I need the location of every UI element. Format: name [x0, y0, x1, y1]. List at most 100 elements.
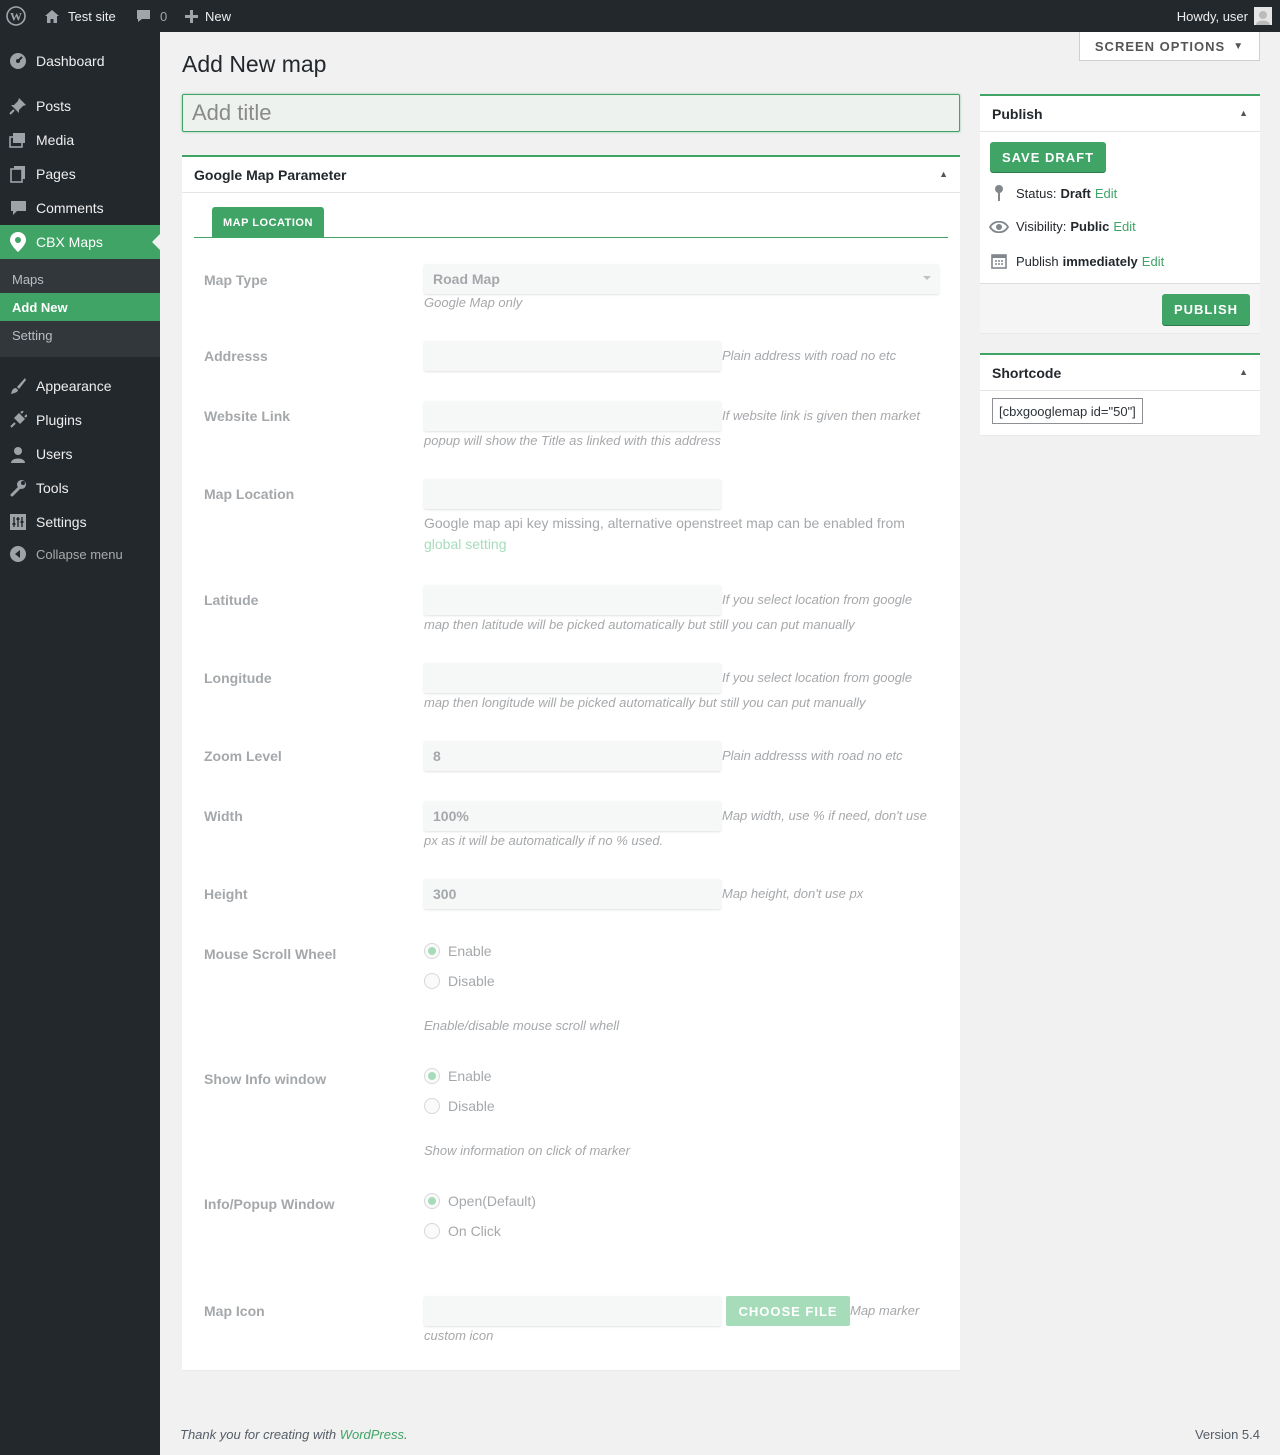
tab-map-location[interactable]: MAP LOCATION	[212, 207, 324, 238]
caret-down-icon: ▼	[1233, 40, 1245, 52]
toggle-up-icon[interactable]: ▲	[1239, 367, 1248, 377]
longitude-input[interactable]	[424, 663, 721, 693]
edit-status-link[interactable]: Edit	[1095, 186, 1117, 201]
field-description: Plain address with road no etc	[722, 348, 897, 363]
site-name-link[interactable]: Test site	[44, 0, 116, 32]
visibility-label: Visibility:	[1016, 219, 1067, 234]
sidebar-item-users[interactable]: Users	[0, 437, 160, 471]
sidebar-item-posts[interactable]: Posts	[0, 89, 160, 123]
sidebar-item-plugins[interactable]: Plugins	[0, 403, 160, 437]
toggle-up-icon[interactable]: ▲	[1239, 108, 1248, 118]
field-label: Latitude	[204, 592, 259, 608]
map-location-input[interactable]	[424, 479, 721, 509]
screen-options-button[interactable]: SCREEN OPTIONS ▼	[1079, 32, 1260, 61]
admin-sidebar: Dashboard Posts Media Pages Comments CBX…	[0, 32, 160, 1455]
metabox-header[interactable]: Google Map Parameter ▲	[182, 157, 960, 193]
width-input[interactable]: 100%	[424, 801, 721, 831]
post-title-input[interactable]	[182, 94, 960, 132]
sidebar-item-label: Users	[36, 446, 73, 462]
field-label: Map Location	[204, 486, 295, 502]
footer-thanks-prefix: Thank you for creating with	[180, 1427, 340, 1442]
collapse-menu-button[interactable]: Collapse menu	[0, 537, 160, 571]
map-icon-input[interactable]	[424, 1296, 721, 1326]
latitude-input[interactable]	[424, 585, 721, 615]
shortcode-value[interactable]: [cbxgooglemap id="50"]	[992, 398, 1143, 424]
sidebar-item-settings[interactable]: Settings	[0, 505, 160, 539]
address-input[interactable]	[424, 341, 721, 371]
radio-unselected-icon	[424, 1098, 440, 1114]
tab-bar: MAP LOCATION	[194, 207, 948, 238]
location-icon	[0, 232, 36, 252]
field-description: popup will show the Title as linked with…	[424, 433, 721, 448]
field-label: Map Type	[204, 272, 268, 288]
plugin-icon	[0, 411, 36, 429]
new-content-link[interactable]: New	[185, 0, 231, 32]
field-description: Map width, use % if need, don't use	[722, 808, 927, 823]
radio-selected-icon	[424, 1193, 440, 1209]
sidebar-item-dashboard[interactable]: Dashboard	[0, 44, 160, 78]
metabox-header[interactable]: Shortcode ▲	[980, 355, 1260, 391]
sliders-icon	[0, 514, 36, 530]
publish-button[interactable]: PUBLISH	[1162, 294, 1250, 325]
comments-link[interactable]: 0	[136, 0, 167, 32]
field-label: Show Info window	[204, 1071, 327, 1087]
visibility-row: Visibility: Public Edit	[988, 219, 1136, 234]
height-input[interactable]: 300	[424, 879, 721, 909]
cbx-maps-submenu: Maps Add New Setting	[0, 259, 160, 357]
publish-value: immediately	[1062, 253, 1138, 269]
sidebar-item-appearance[interactable]: Appearance	[0, 369, 160, 403]
my-account-link[interactable]: Howdy, user	[1177, 0, 1272, 32]
wordpress-logo-icon[interactable]: W	[6, 0, 26, 32]
field-label: Width	[204, 808, 243, 824]
global-setting-link[interactable]: global setting	[424, 536, 507, 552]
wordpress-link[interactable]: WordPress	[340, 1427, 404, 1442]
website-link-input[interactable]	[424, 401, 721, 431]
field-label: Mouse Scroll Wheel	[204, 946, 337, 962]
radio-unselected-icon	[424, 1223, 440, 1239]
info-disable-radio[interactable]: Disable	[424, 1098, 495, 1114]
field-description: Google map api key missing, alternative …	[424, 513, 934, 555]
popup-onclick-radio[interactable]: On Click	[424, 1223, 501, 1239]
scroll-disable-radio[interactable]: Disable	[424, 973, 495, 989]
collapse-label: Collapse menu	[36, 546, 123, 562]
metabox-header[interactable]: Publish ▲	[980, 96, 1260, 132]
sidebar-item-cbx-maps[interactable]: CBX Maps	[0, 225, 160, 259]
status-row: Status: Draft Edit	[988, 185, 1117, 201]
sidebar-item-comments[interactable]: Comments	[0, 191, 160, 225]
field-label: Website Link	[204, 408, 291, 424]
choose-file-button[interactable]: CHOOSE FILE	[726, 1296, 850, 1326]
visibility-value: Public	[1070, 219, 1110, 234]
save-draft-button[interactable]: SAVE DRAFT	[990, 142, 1106, 172]
footer-thanks-suffix: .	[404, 1427, 408, 1442]
avatar	[1254, 7, 1272, 25]
submenu-item-add-new[interactable]: Add New	[0, 293, 160, 321]
sidebar-item-media[interactable]: Media	[0, 123, 160, 157]
dropdown-arrow-icon	[923, 276, 931, 284]
submenu-item-setting[interactable]: Setting	[0, 321, 160, 349]
edit-schedule-link[interactable]: Edit	[1142, 254, 1164, 269]
popup-open-radio[interactable]: Open(Default)	[424, 1193, 536, 1209]
schedule-row: Publish immediately Edit	[988, 253, 1164, 269]
field-description: Plain addresss with road no etc	[722, 748, 903, 763]
field-description: map then latitude will be picked automat…	[424, 617, 855, 632]
field-description: Google Map only	[424, 295, 523, 310]
field-description: Map height, don't use px	[722, 886, 864, 901]
field-description: If you select location from google	[722, 670, 913, 685]
radio-label: Enable	[448, 943, 492, 959]
toggle-up-icon[interactable]: ▲	[939, 169, 948, 179]
field-description: px as it will be automatically if no % u…	[424, 833, 664, 848]
edit-visibility-link[interactable]: Edit	[1113, 219, 1135, 234]
media-icon	[0, 131, 36, 149]
zoom-level-input[interactable]: 8	[424, 741, 721, 771]
scroll-enable-radio[interactable]: Enable	[424, 943, 492, 959]
sidebar-item-tools[interactable]: Tools	[0, 471, 160, 505]
sidebar-item-label: Appearance	[36, 378, 112, 394]
admin-bar: W Test site 0 New Howdy, user	[0, 0, 1280, 32]
info-enable-radio[interactable]: Enable	[424, 1068, 492, 1084]
metabox-title: Shortcode	[992, 364, 1062, 381]
radio-selected-icon	[424, 1068, 440, 1084]
sidebar-item-label: CBX Maps	[36, 234, 103, 250]
pages-icon	[0, 165, 36, 183]
submenu-item-maps[interactable]: Maps	[0, 265, 160, 293]
sidebar-item-pages[interactable]: Pages	[0, 157, 160, 191]
